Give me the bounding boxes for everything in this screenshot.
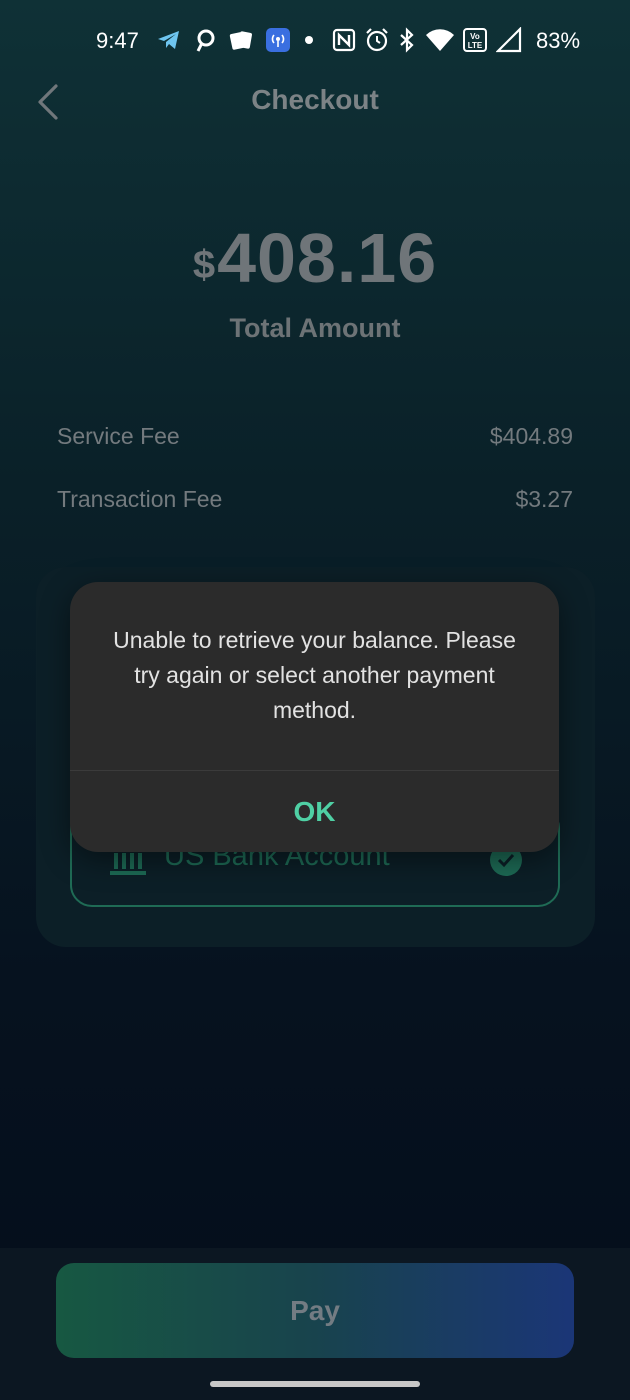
signal-icon xyxy=(496,27,522,53)
service-fee-row: Service Fee $404.89 xyxy=(57,423,573,455)
transaction-fee-value: $3.27 xyxy=(515,486,573,512)
status-bar: 9:47 Vo LTE 83% xyxy=(0,0,630,82)
nfc-broadcast-icon xyxy=(265,27,291,53)
volte-icon: Vo LTE xyxy=(462,27,488,53)
telegram-icon xyxy=(156,27,182,53)
amount-value: 408.16 xyxy=(217,219,438,297)
alarm-icon xyxy=(364,27,390,53)
app-icon xyxy=(192,27,218,53)
dot-icon xyxy=(298,27,320,53)
service-fee-label: Service Fee xyxy=(57,423,180,449)
total-amount: $408.16 xyxy=(0,218,630,298)
nfc-icon xyxy=(331,27,357,53)
page-title: Checkout xyxy=(251,84,379,115)
transaction-fee-label: Transaction Fee xyxy=(57,486,223,512)
wifi-icon xyxy=(425,27,455,53)
bluetooth-icon xyxy=(396,27,418,53)
pay-button[interactable]: Pay xyxy=(56,1263,574,1358)
error-dialog: Unable to retrieve your balance. Please … xyxy=(70,582,559,852)
service-fee-value: $404.89 xyxy=(489,423,573,449)
total-amount-label: Total Amount xyxy=(229,313,401,343)
dialog-message: Unable to retrieve your balance. Please … xyxy=(113,627,516,723)
ok-button[interactable]: OK xyxy=(70,771,559,852)
svg-text:LTE: LTE xyxy=(468,41,483,50)
svg-text:Vo: Vo xyxy=(470,32,480,41)
status-time: 9:47 xyxy=(96,28,139,53)
home-indicator[interactable] xyxy=(210,1381,420,1387)
currency-symbol: $ xyxy=(192,243,216,287)
cards-icon xyxy=(228,27,254,53)
transaction-fee-row: Transaction Fee $3.27 xyxy=(57,486,573,518)
battery-level: 83% xyxy=(536,28,581,53)
